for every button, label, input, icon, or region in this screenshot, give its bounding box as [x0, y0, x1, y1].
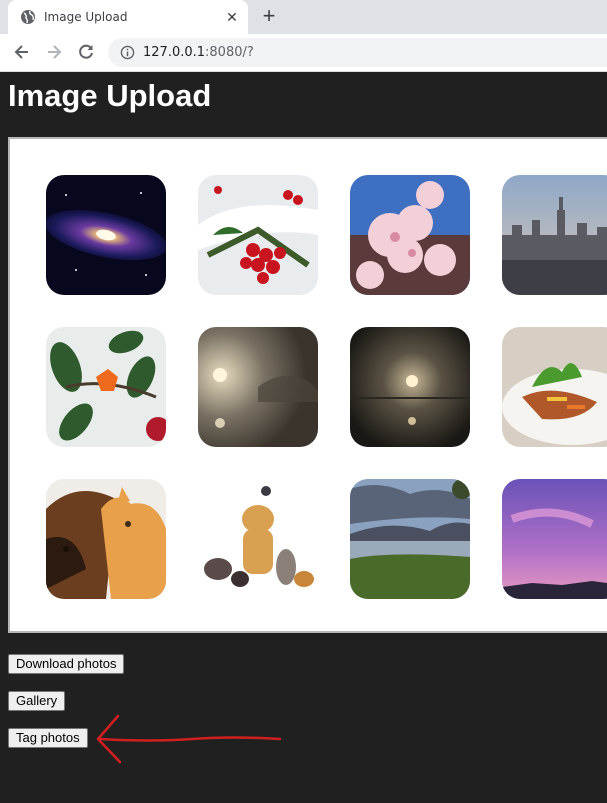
browser-tabstrip: Image Upload ✕ +	[0, 0, 607, 34]
back-arrow-icon[interactable]	[12, 42, 32, 62]
reload-icon[interactable]	[76, 42, 96, 62]
gallery-button[interactable]: Gallery	[8, 691, 66, 711]
tag-photos-button[interactable]: Tag photos	[8, 728, 88, 748]
download-photos-button[interactable]: Download photos	[8, 654, 125, 674]
gallery-image-purple-sunset[interactable]	[502, 479, 607, 599]
image-gallery	[8, 137, 607, 633]
tab-title: Image Upload	[44, 10, 128, 24]
gallery-image-orange-flower[interactable]	[46, 327, 166, 447]
gallery-image-berries[interactable]	[198, 175, 318, 295]
gallery-image-group-of-pets[interactable]	[198, 479, 318, 599]
gallery-image-misty-sunrise[interactable]	[350, 327, 470, 447]
info-icon[interactable]	[120, 45, 135, 60]
url-port-path: :8080/?	[205, 45, 254, 60]
url-text[interactable]: 127.0.0.1:8080/?	[143, 45, 254, 60]
page-title: Image Upload	[8, 78, 212, 113]
address-bar[interactable]: 127.0.0.1:8080/?	[108, 38, 607, 67]
browser-toolbar: 127.0.0.1:8080/?	[0, 34, 607, 72]
close-tab-icon[interactable]: ✕	[224, 9, 240, 25]
gallery-image-lake-landscape[interactable]	[350, 479, 470, 599]
arrow-shaft	[98, 736, 282, 742]
gallery-image-foggy-sun[interactable]	[198, 327, 318, 447]
new-tab-button[interactable]: +	[258, 5, 280, 28]
globe-icon	[21, 10, 35, 24]
gallery-image-blossoms[interactable]	[350, 175, 470, 295]
browser-tab[interactable]: Image Upload ✕	[8, 0, 248, 34]
url-host: 127.0.0.1	[143, 45, 206, 60]
gallery-image-galaxy[interactable]	[46, 175, 166, 295]
gallery-image-dog-and-cat[interactable]	[46, 479, 166, 599]
gallery-image-city-skyline[interactable]	[502, 175, 607, 295]
gallery-image-food-dish[interactable]	[502, 327, 607, 447]
red-arrow-annotation	[96, 714, 282, 764]
forward-arrow-icon[interactable]	[44, 42, 64, 62]
